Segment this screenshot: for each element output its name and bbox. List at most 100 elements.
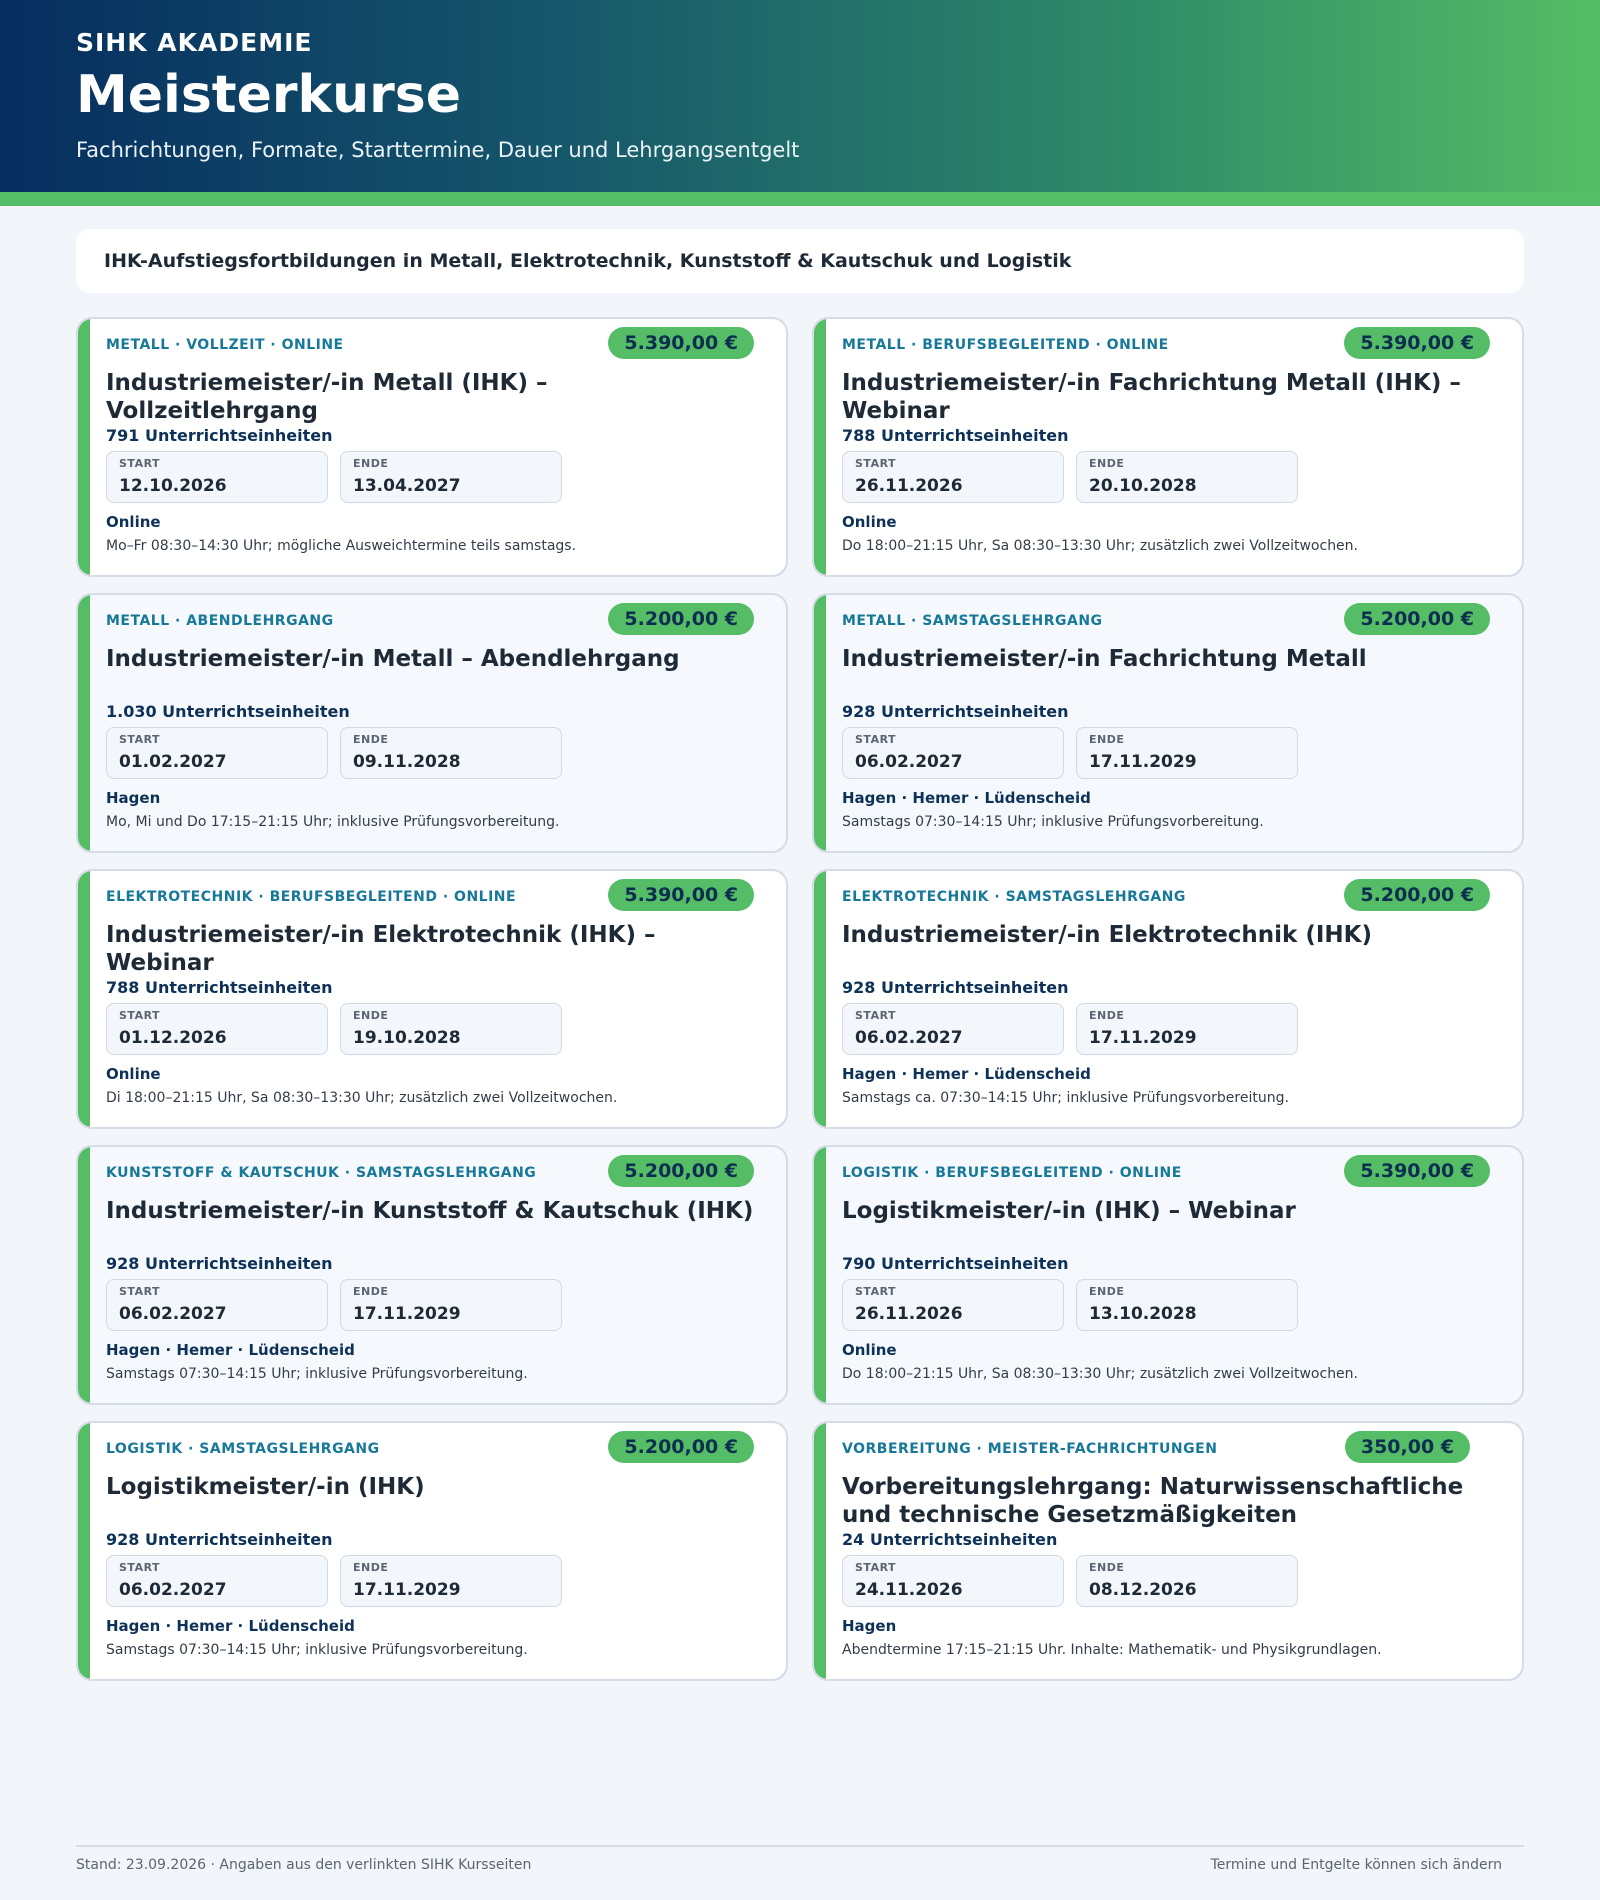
card-accent-bar (814, 319, 826, 575)
course-note: Samstags ca. 07:30–14:15 Uhr; inklusive … (842, 1090, 1289, 1106)
start-date-box: START 12.10.2026 (106, 451, 328, 503)
start-date: 26.11.2026 (855, 476, 963, 496)
start-label: START (855, 1285, 897, 1298)
price-badge: 5.200,00 € (608, 1155, 754, 1187)
start-date-box: START 06.02.2027 (106, 1279, 328, 1331)
course-card[interactable]: LOGISTIK · SAMSTAGSLEHRGANG 5.200,00 € L… (76, 1421, 788, 1681)
price-badge: 5.390,00 € (1344, 1155, 1490, 1187)
course-title: Logistikmeister/-in (IHK) (106, 1474, 425, 1500)
course-card[interactable]: METALL · SAMSTAGSLEHRGANG 5.200,00 € Ind… (812, 593, 1524, 853)
course-title: Industriemeister/-in Kunststoff & Kautsc… (106, 1198, 754, 1224)
end-label: ENDE (1089, 457, 1125, 470)
date-row: START 01.12.2026 ENDE 19.10.2028 (106, 1003, 760, 1055)
end-date-box: ENDE 13.04.2027 (340, 451, 562, 503)
footer-disclaimer: Termine und Entgelte können sich ändern (1210, 1857, 1502, 1873)
end-date: 13.04.2027 (353, 476, 461, 496)
course-units: 928 Unterrichtseinheiten (842, 978, 1069, 997)
date-row: START 26.11.2026 ENDE 20.10.2028 (842, 451, 1496, 503)
price-badge: 5.200,00 € (608, 603, 754, 635)
course-units: 788 Unterrichtseinheiten (842, 426, 1069, 445)
end-label: ENDE (1089, 733, 1125, 746)
card-accent-bar (814, 871, 826, 1127)
course-location: Online (106, 1065, 161, 1083)
date-row: START 26.11.2026 ENDE 13.10.2028 (842, 1279, 1496, 1331)
course-title: Vorbereitungslehrgang: Naturwissenschaft… (842, 1474, 1464, 1528)
footer-source: Stand: 23.09.2026 · Angaben aus den verl… (76, 1857, 532, 1873)
course-title: Industriemeister/-in Elektrotechnik (IHK… (842, 922, 1373, 948)
end-label: ENDE (1089, 1009, 1125, 1022)
course-title: Industriemeister/-in Fachrichtung Metall… (842, 370, 1461, 424)
course-units: 24 Unterrichtseinheiten (842, 1530, 1058, 1549)
course-units: 928 Unterrichtseinheiten (842, 702, 1069, 721)
start-date-box: START 01.02.2027 (106, 727, 328, 779)
course-location: Online (106, 513, 161, 531)
course-card[interactable]: METALL · BERUFSBEGLEITEND · ONLINE 5.390… (812, 317, 1524, 577)
price-badge: 5.200,00 € (1344, 603, 1490, 635)
course-card[interactable]: ELEKTROTECHNIK · BERUFSBEGLEITEND · ONLI… (76, 869, 788, 1129)
date-row: START 06.02.2027 ENDE 17.11.2029 (106, 1279, 760, 1331)
course-units: 791 Unterrichtseinheiten (106, 426, 333, 445)
page-title: Meisterkurse (76, 65, 462, 125)
course-location: Online (842, 513, 897, 531)
intro-banner: IHK-Aufstiegsfortbildungen in Metall, El… (76, 229, 1524, 293)
end-date: 19.10.2028 (353, 1028, 461, 1048)
end-date-box: ENDE 13.10.2028 (1076, 1279, 1298, 1331)
end-date: 17.11.2029 (353, 1580, 461, 1600)
start-date: 12.10.2026 (119, 476, 227, 496)
course-units: 788 Unterrichtseinheiten (106, 978, 333, 997)
end-label: ENDE (353, 1561, 389, 1574)
course-title: Industriemeister/-in Metall – Abendlehrg… (106, 646, 680, 672)
start-date: 26.11.2026 (855, 1304, 963, 1324)
card-accent-bar (814, 595, 826, 851)
course-units: 1.030 Unterrichtseinheiten (106, 702, 350, 721)
end-date-box: ENDE 09.11.2028 (340, 727, 562, 779)
date-row: START 06.02.2027 ENDE 17.11.2029 (842, 1003, 1496, 1055)
price-badge: 5.390,00 € (608, 327, 754, 359)
start-date: 24.11.2026 (855, 1580, 963, 1600)
course-location: Hagen · Hemer · Lüdenscheid (106, 1341, 355, 1359)
course-card[interactable]: VORBEREITUNG · MEISTER-FACHRICHTUNGEN 35… (812, 1421, 1524, 1681)
end-date: 17.11.2029 (1089, 1028, 1197, 1048)
end-date-box: ENDE 17.11.2029 (1076, 1003, 1298, 1055)
end-label: ENDE (1089, 1561, 1125, 1574)
end-date-box: ENDE 20.10.2028 (1076, 451, 1298, 503)
course-card[interactable]: METALL · VOLLZEIT · ONLINE 5.390,00 € In… (76, 317, 788, 577)
end-date: 13.10.2028 (1089, 1304, 1197, 1324)
card-accent-bar (814, 1147, 826, 1403)
course-note: Samstags 07:30–14:15 Uhr; inklusive Prüf… (106, 1642, 528, 1658)
course-title: Logistikmeister/-in (IHK) – Webinar (842, 1198, 1296, 1224)
header-accent-strip (0, 192, 1600, 206)
start-date-box: START 26.11.2026 (842, 451, 1064, 503)
course-card[interactable]: KUNSTSTOFF & KAUTSCHUK · SAMSTAGSLEHRGAN… (76, 1145, 788, 1405)
start-label: START (119, 1009, 161, 1022)
page-header: SIHK AKADEMIE Meisterkurse Fachrichtunge… (0, 0, 1600, 192)
course-card[interactable]: ELEKTROTECHNIK · SAMSTAGSLEHRGANG 5.200,… (812, 869, 1524, 1129)
price-badge: 5.200,00 € (1344, 879, 1490, 911)
start-label: START (119, 733, 161, 746)
end-date: 17.11.2029 (353, 1304, 461, 1324)
course-location: Hagen · Hemer · Lüdenscheid (106, 1617, 355, 1635)
course-note: Samstags 07:30–14:15 Uhr; inklusive Prüf… (842, 814, 1264, 830)
date-row: START 12.10.2026 ENDE 13.04.2027 (106, 451, 760, 503)
price-badge: 350,00 € (1344, 1431, 1470, 1463)
date-row: START 06.02.2027 ENDE 17.11.2029 (842, 727, 1496, 779)
start-date: 06.02.2027 (855, 752, 963, 772)
end-date: 17.11.2029 (1089, 752, 1197, 772)
start-label: START (855, 1561, 897, 1574)
course-card[interactable]: METALL · ABENDLEHRGANG 5.200,00 € Indust… (76, 593, 788, 853)
card-accent-bar (78, 1147, 90, 1403)
date-row: START 06.02.2027 ENDE 17.11.2029 (106, 1555, 760, 1607)
card-accent-bar (78, 595, 90, 851)
start-date-box: START 26.11.2026 (842, 1279, 1064, 1331)
start-date: 06.02.2027 (119, 1304, 227, 1324)
card-accent-bar (814, 1423, 826, 1679)
start-label: START (119, 1561, 161, 1574)
course-note: Do 18:00–21:15 Uhr, Sa 08:30–13:30 Uhr; … (842, 1366, 1358, 1382)
end-label: ENDE (353, 457, 389, 470)
start-date: 01.02.2027 (119, 752, 227, 772)
start-date-box: START 06.02.2027 (842, 727, 1064, 779)
start-label: START (855, 733, 897, 746)
brand-name: SIHK AKADEMIE (76, 28, 313, 57)
course-card[interactable]: LOGISTIK · BERUFSBEGLEITEND · ONLINE 5.3… (812, 1145, 1524, 1405)
card-accent-bar (78, 319, 90, 575)
